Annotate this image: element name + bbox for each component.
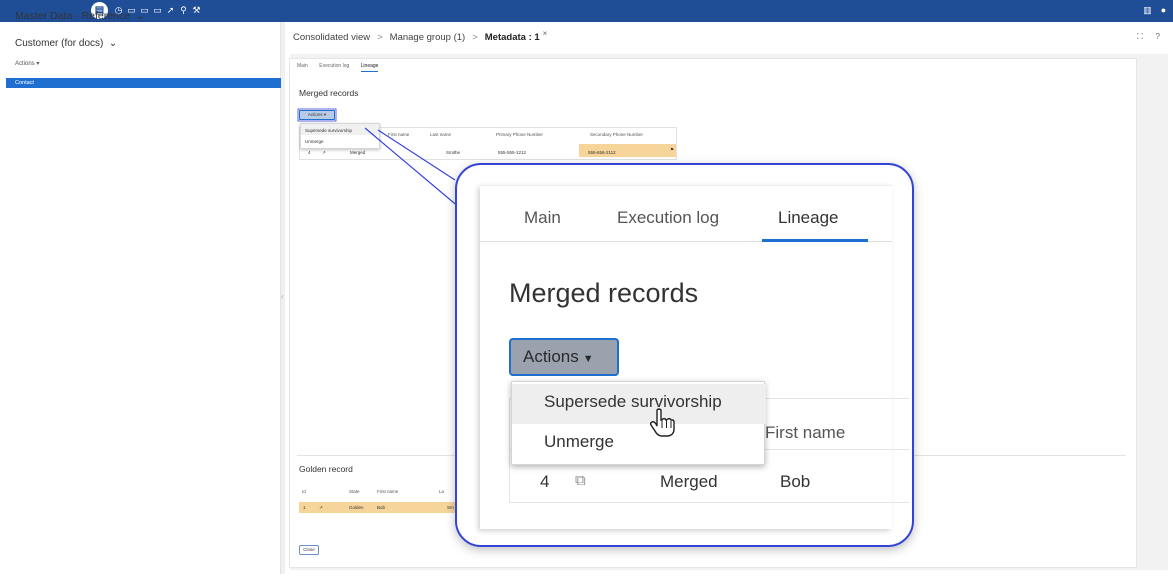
cell-primary-phone: 555-555-1212 <box>498 150 527 155</box>
panel-splitter[interactable]: ‹ <box>281 22 285 574</box>
cell-first-name: Bob <box>780 472 811 491</box>
golden-record-title: Golden record <box>299 464 353 474</box>
open-record-icon[interactable]: ⧉ <box>575 472 586 489</box>
column-header-id[interactable]: Id <box>302 489 306 494</box>
book-icon[interactable]: ▥ <box>1141 4 1154 17</box>
actions-menu: Supersede survivorship Unmerge <box>511 381 766 465</box>
flag-icon: ⚑ <box>670 147 675 152</box>
cell-state: Golden <box>349 505 364 510</box>
tab-main[interactable]: Main <box>297 63 308 69</box>
zoom-tab-bar: Main Execution log Lineage <box>480 186 892 242</box>
actions-button[interactable]: Actions ▾ <box>299 110 335 120</box>
breadcrumb-item-consolidated-view[interactable]: Consolidated view <box>293 32 370 43</box>
caret-down-icon: ▼ <box>582 353 594 365</box>
tab-lineage[interactable]: Lineage <box>778 208 839 228</box>
menu-item-supersede-survivorship[interactable]: Supersede survivorship <box>301 124 379 135</box>
help-icon[interactable]: ? <box>1156 32 1160 41</box>
zoom-panel: Main Execution log Lineage Merged record… <box>480 185 910 529</box>
close-icon[interactable]: × <box>543 29 548 38</box>
cell-state: Merged <box>660 472 718 491</box>
open-record-icon[interactable]: ↗ <box>322 150 326 156</box>
merged-records-title: Merged records <box>299 88 359 98</box>
sidebar-actions-menu[interactable]: Actions ▾ <box>15 60 39 67</box>
menu-item-unmerge[interactable]: Unmerge <box>301 135 379 146</box>
zoom-callout: Main Execution log Lineage Merged record… <box>455 163 914 547</box>
column-header-first-name[interactable]: First name <box>377 489 398 494</box>
column-header-secondary-phone[interactable]: Secondary Phone Number <box>590 132 643 137</box>
column-header-last-name[interactable]: Last name <box>430 132 451 137</box>
cell-first-name: Bob <box>377 505 386 510</box>
header-icons: ⛶? <box>1124 32 1160 42</box>
breadcrumb-item-manage-group[interactable]: Manage group (1) <box>390 32 466 43</box>
tab-bar: Main Execution log Lineage <box>297 63 388 72</box>
menu-item-unmerge[interactable]: Unmerge <box>512 424 766 464</box>
cell-id: 4 <box>540 472 550 491</box>
search-icon[interactable]: ⚲ <box>177 4 190 17</box>
pin-icon[interactable]: ➚ <box>164 4 177 17</box>
cell-last-name: Smithe <box>446 150 461 155</box>
tab-main[interactable]: Main <box>524 208 561 228</box>
close-button[interactable]: Close <box>299 545 319 555</box>
splitter-handle-icon[interactable]: ‹ <box>281 292 284 301</box>
column-header-state[interactable]: State <box>349 489 360 494</box>
column-header-first-name[interactable]: First name <box>765 423 845 443</box>
menu-item-supersede-survivorship[interactable]: Supersede survivorship <box>512 384 766 424</box>
tab-execution-log[interactable]: Execution log <box>617 208 719 228</box>
cell-id: 4 <box>308 150 311 155</box>
chevron-down-icon[interactable]: ⌄ <box>109 38 117 49</box>
actions-menu: Supersede survivorship Unmerge <box>300 123 380 149</box>
active-tab-indicator <box>762 239 868 242</box>
column-header-first-name[interactable]: First name <box>388 132 409 137</box>
wrench-icon[interactable]: ⚒ <box>190 4 203 17</box>
breadcrumb-item-metadata: Metadata : 1 <box>484 32 540 44</box>
actions-button[interactable]: Actions ▼ <box>509 338 619 376</box>
expand-icon[interactable]: ⛶ <box>1137 32 1143 41</box>
cell-secondary-phone: 555-656-2112 <box>588 150 616 155</box>
hand-cursor-icon <box>649 408 675 437</box>
sidebar-title[interactable]: Master Data - Reference ⌄ <box>15 10 145 22</box>
tab-execution-log[interactable]: Execution log <box>319 63 349 69</box>
open-record-icon[interactable]: ↗ <box>319 505 323 511</box>
merged-records-title: Merged records <box>509 278 699 308</box>
sidebar-item-contact[interactable]: Contact <box>6 78 281 88</box>
breadcrumb: Consolidated view > Manage group (1) > Metad… <box>293 29 548 44</box>
cell-last-name: Sm <box>447 505 454 510</box>
chevron-down-icon[interactable]: ⌄ <box>136 10 145 22</box>
sidebar-subtitle[interactable]: Customer (for docs) ⌄ <box>15 38 117 49</box>
sidebar <box>6 22 281 574</box>
user-icon[interactable]: ● <box>1157 4 1170 17</box>
top-toolbar: ▤ ◷ ▭ ▭ ▭ ➚ ⚲ ⚒ ▥ ● <box>0 0 1173 22</box>
tab-lineage[interactable]: Lineage <box>360 63 379 72</box>
column-header-primary-phone[interactable]: Primary Phone Number <box>496 132 543 137</box>
column-header-last-name[interactable]: La <box>439 489 444 494</box>
doc-icon[interactable]: ▭ <box>151 4 164 17</box>
cell-state: Merged <box>350 150 366 155</box>
golden-record-table: Id State First name La 1 ↗ Golden Bob Sm <box>299 485 459 521</box>
cell-id: 1 <box>303 505 306 510</box>
